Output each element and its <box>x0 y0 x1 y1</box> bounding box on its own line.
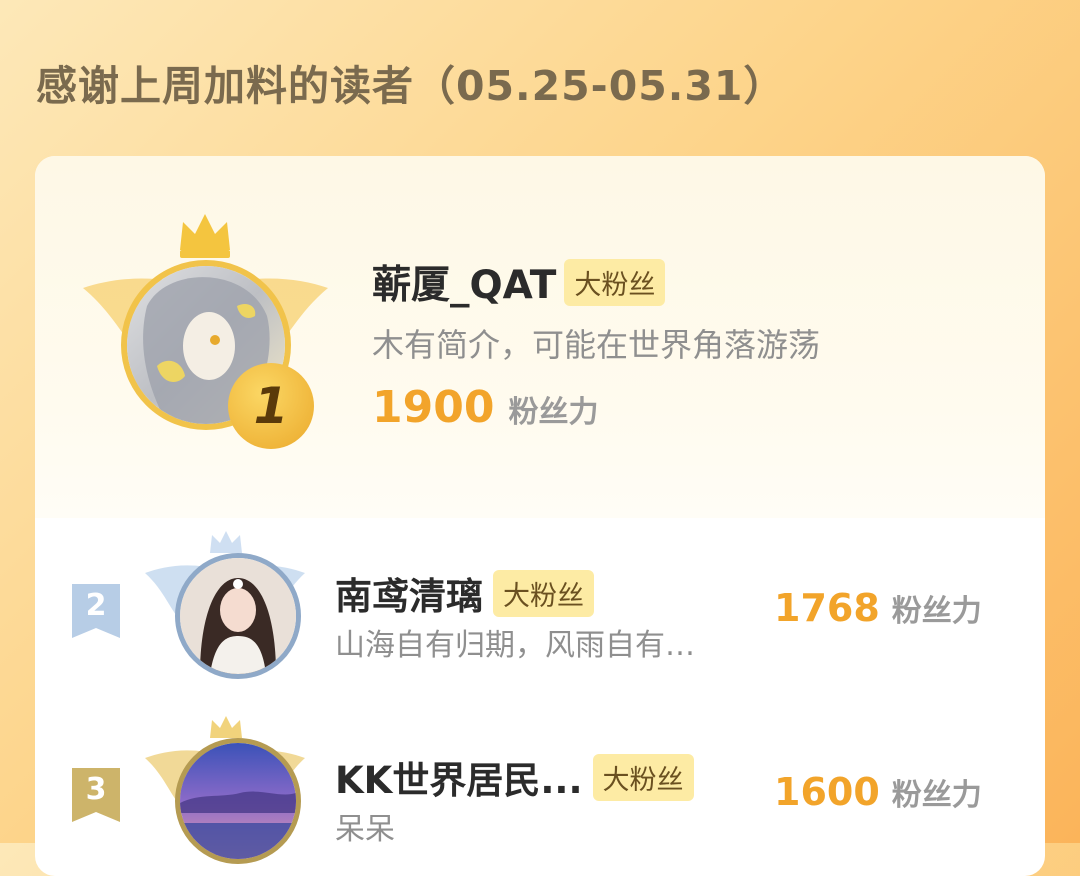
rank-number: 3 <box>85 772 107 807</box>
top-reader-avatar-frame[interactable]: 1 <box>83 214 328 458</box>
reader-avatar-frame[interactable] <box>140 531 310 691</box>
crown-icon <box>180 214 230 258</box>
sunset-sky-avatar-image <box>180 743 296 859</box>
reader-bio: 木有简介，可能在世界角落游荡 <box>372 326 821 364</box>
fan-power-value: 1600 <box>774 770 880 814</box>
rank-2-flag: 2 <box>72 584 120 638</box>
reader-name-row: 南鸢清璃 大粉丝 <box>335 566 594 620</box>
fan-power-value: 1768 <box>774 586 880 630</box>
girl-portrait-avatar-image <box>180 558 296 674</box>
reader-bio: 呆呆 <box>335 812 395 847</box>
reader-score: 1600 粉丝力 <box>774 770 982 814</box>
fan-power-unit: 粉丝力 <box>508 395 599 430</box>
reader-score: 1900 粉丝力 <box>372 382 598 433</box>
fan-power-unit: 粉丝力 <box>891 594 982 629</box>
reader-score: 1768 粉丝力 <box>774 586 982 630</box>
rank-1-badge: 1 <box>228 363 314 449</box>
top-reader-name-row: 蕲厦_QAT 大粉丝 <box>372 254 666 310</box>
avatar[interactable] <box>175 553 301 679</box>
reader-name[interactable]: 南鸢清璃 <box>335 566 483 620</box>
rank-3-flag: 3 <box>72 768 120 822</box>
fan-power-value: 1900 <box>372 382 495 433</box>
reader-bio: 山海自有归期，风雨自有… <box>335 628 695 663</box>
fan-level-badge: 大粉丝 <box>592 753 694 801</box>
fan-power-unit: 粉丝力 <box>891 778 982 813</box>
avatar[interactable] <box>175 738 301 864</box>
rank-number: 2 <box>85 588 107 623</box>
reader-name-row: KK世界居民... 大粉丝 <box>335 750 694 804</box>
reader-name[interactable]: KK世界居民... <box>335 750 583 804</box>
leaderboard-card: 1 蕲厦_QAT 大粉丝 木有简介，可能在世界角落游荡 1900 粉丝力 2 南… <box>35 156 1045 876</box>
reader-name[interactable]: 蕲厦_QAT <box>372 254 556 310</box>
reader-avatar-frame[interactable] <box>140 716 310 876</box>
page-title: 感谢上周加料的读者（05.25-05.31） <box>36 62 786 110</box>
fan-level-badge: 大粉丝 <box>564 258 666 306</box>
fan-level-badge: 大粉丝 <box>493 569 594 617</box>
